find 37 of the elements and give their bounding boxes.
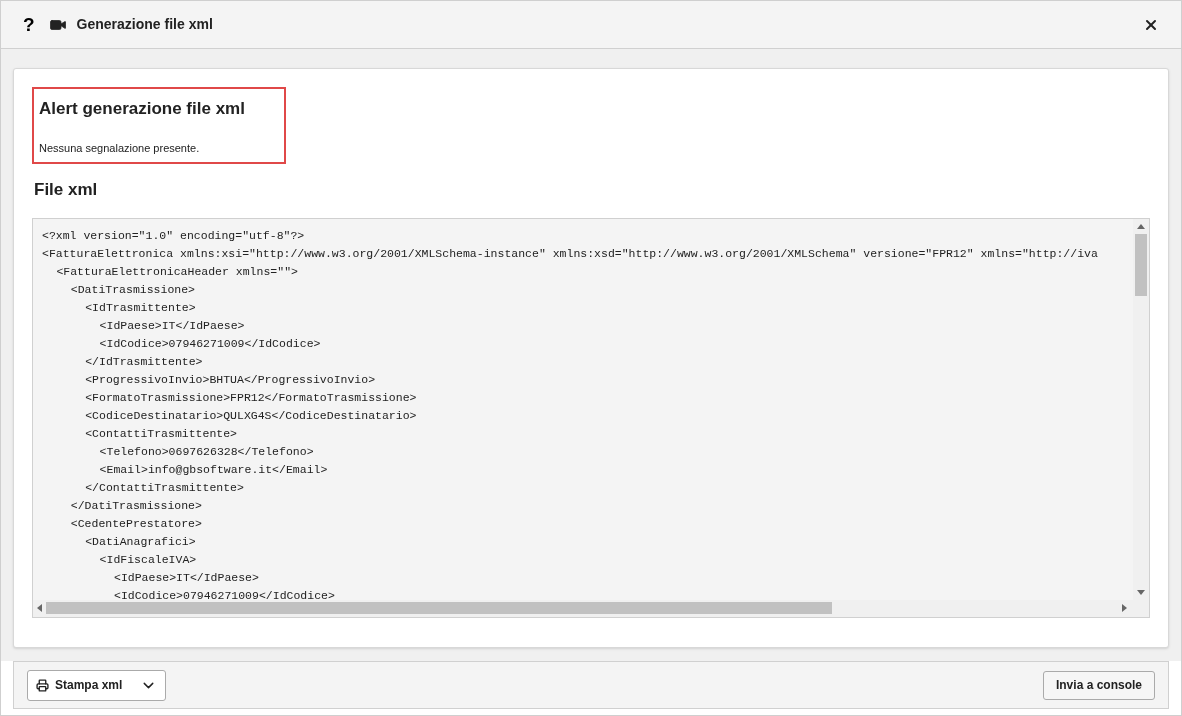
help-icon[interactable]: ? [23,15,35,34]
xml-line: <?xml version="1.0" encoding="utf-8"?> [42,227,305,244]
xml-line: </DatiTrasmissione> [70,497,202,514]
xml-line: <IdCodice>07946271009</IdCodice> [99,335,321,352]
scrollbar-thumb[interactable] [46,602,832,614]
xml-line: <FatturaElettronica xmlns:xsi="http://www.w3.org/2001/XMLSchema-instance" xmlns:xsd="http://www.w3.org/2001/XMLSchema" versione="FPR12" xmlns="http://iva [42,245,1098,262]
scroll-down-arrow-icon[interactable] [1137,589,1145,595]
xml-line: </IdTrasmittente> [85,353,203,370]
alert-title: Alert generazione file xml [39,98,246,120]
xml-line: <IdTrasmittente> [85,299,196,316]
xml-line: <ContattiTrasmittente> [85,425,237,442]
xml-line: <IdPaese>IT</IdPaese> [114,569,259,586]
scroll-up-arrow-icon[interactable] [1137,223,1145,229]
section-title: File xml [34,179,99,201]
print-xml-button[interactable]: Stampa xml [27,669,167,701]
alert-message: Nessuna segnalazione presente. [39,140,201,156]
xml-line: <ProgressivoInvio>BHTUA</ProgressivoInvio> [85,371,376,388]
xml-line: <Email>info@gbsoftware.it</Email> [99,461,328,478]
send-to-console-button[interactable]: Invia a console [1042,670,1155,700]
xml-line: </ContattiTrasmittente> [85,479,244,496]
xml-line: <Telefono>0697626328</Telefono> [99,443,314,460]
xml-line: <FormatoTrasmissione>FPR12</FormatoTrasmissione> [85,389,417,406]
xml-line: <CodiceDestinatario>QULXG4S</CodiceDestinatario> [85,407,417,424]
scrollbar-thumb[interactable] [1135,233,1147,296]
xml-line: <IdFiscaleIVA> [99,551,197,568]
scroll-left-arrow-icon[interactable] [37,604,42,612]
scroll-right-arrow-icon[interactable] [1122,604,1127,612]
xml-line: <IdCodice>07946271009</IdCodice> [114,587,335,600]
xml-line: <CedentePrestatore> [70,515,202,532]
vertical-scrollbar[interactable] [1133,218,1149,600]
horizontal-scrollbar[interactable] [33,599,1149,617]
xml-line: <DatiTrasmissione> [70,281,196,298]
dialog-title: Generazione file xml [76,15,213,34]
printer-icon [36,678,49,692]
xml-line: <DatiAnagrafici> [85,533,196,550]
xml-line: <IdPaese>IT</IdPaese> [99,317,245,334]
xml-line: <FatturaElettronicaHeader xmlns=""> [56,263,298,280]
